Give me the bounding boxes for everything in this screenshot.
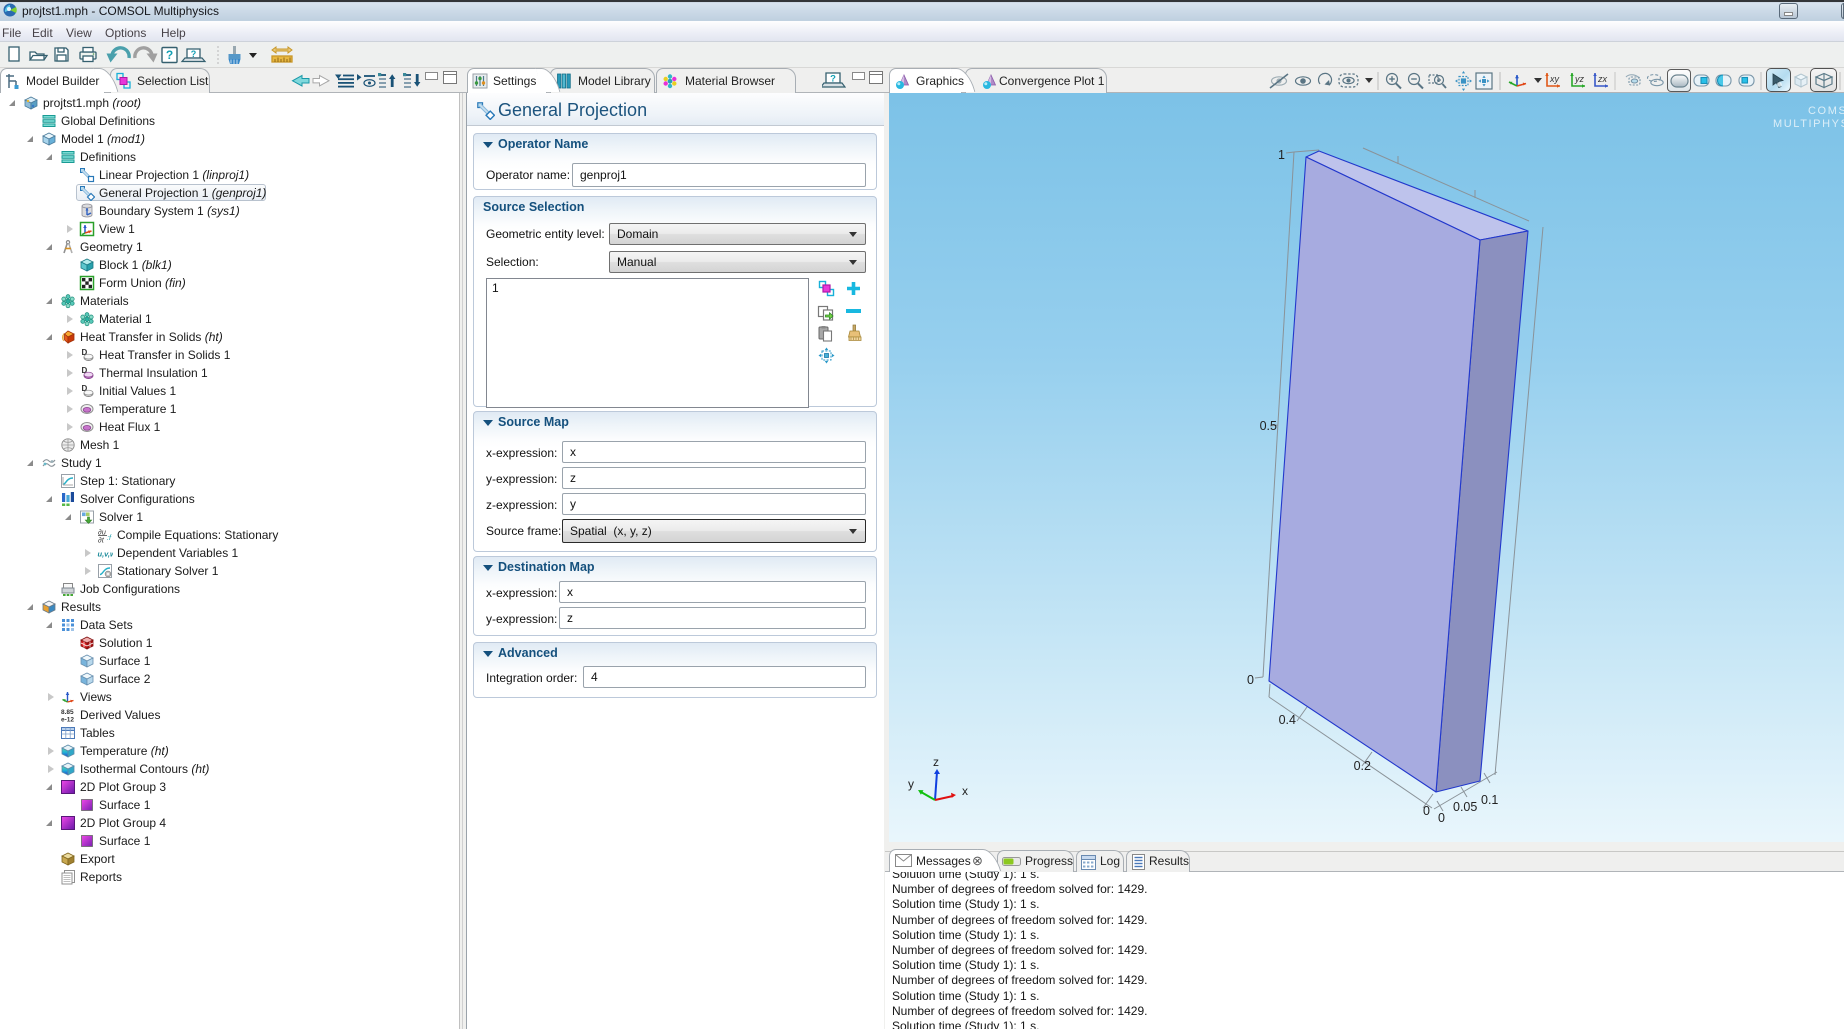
svg-text:e-12: e-12: [61, 717, 74, 724]
svg-text:8.85: 8.85: [61, 709, 74, 716]
svg-text:0.1: 0.1: [1481, 793, 1498, 807]
svg-text:∂t: ∂t: [98, 536, 105, 544]
svg-text:0.2: 0.2: [1354, 759, 1371, 773]
svg-text:x: x: [962, 784, 968, 798]
svg-text:xy: xy: [1549, 74, 1560, 84]
svg-text:1: 1: [1278, 148, 1285, 162]
svg-text:y: y: [908, 777, 914, 791]
svg-text:0.5: 0.5: [1260, 419, 1277, 433]
svg-text:0: 0: [1247, 673, 1254, 687]
svg-text:u,v,w: u,v,w: [98, 550, 114, 559]
svg-text:0.05: 0.05: [1453, 800, 1477, 814]
svg-text::f: :f: [107, 535, 112, 542]
svg-text:MULTIPHYSICS: MULTIPHYSICS: [1773, 118, 1844, 130]
svg-text:0.4: 0.4: [1279, 713, 1296, 727]
svg-text:?: ?: [166, 48, 173, 62]
svg-text:yz: yz: [1574, 74, 1585, 84]
svg-text:z: z: [933, 755, 939, 769]
svg-text:COMSOL: COMSOL: [1808, 105, 1844, 117]
svg-text:0: 0: [1438, 811, 1445, 825]
svg-text:0: 0: [1423, 804, 1430, 818]
svg-text:zx: zx: [1597, 74, 1608, 84]
